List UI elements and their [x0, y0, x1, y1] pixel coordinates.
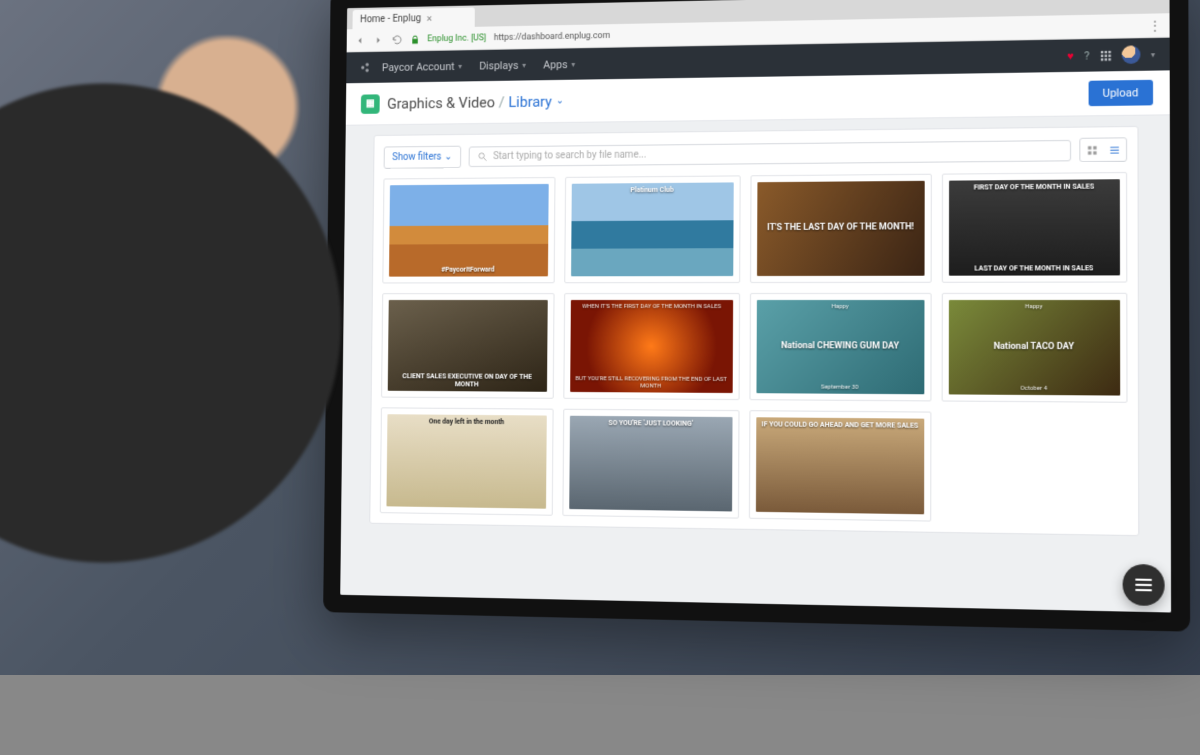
- content-area: Show filters ⌄: [340, 115, 1171, 612]
- media-card[interactable]: HappyNational CHEWING GUM DAYSeptember 3…: [749, 293, 931, 402]
- breadcrumb-separator: /: [499, 93, 505, 111]
- media-card[interactable]: Platinum Club: [564, 175, 741, 283]
- tab-title: Home - Enplug: [360, 13, 421, 25]
- search-icon: [477, 151, 488, 162]
- view-toggle: [1079, 137, 1127, 162]
- fab-menu-button[interactable]: [1123, 564, 1165, 606]
- media-card[interactable]: HappyNational TACO DAYOctober 4: [941, 292, 1127, 403]
- address-url[interactable]: https://dashboard.enplug.com: [494, 31, 610, 43]
- grid-view-button[interactable]: [1080, 139, 1103, 162]
- breadcrumb-page[interactable]: Library: [508, 92, 552, 110]
- media-grid: #PaycorItForward Platinum Club IT'S THE …: [380, 172, 1128, 525]
- list-view-button[interactable]: [1103, 138, 1126, 161]
- media-card[interactable]: WHEN IT'S THE FIRST DAY OF THE MONTH IN …: [563, 293, 740, 401]
- chevron-down-icon: ▾: [458, 62, 462, 71]
- heart-icon[interactable]: ♥: [1067, 49, 1074, 62]
- search-field[interactable]: [468, 139, 1071, 166]
- nav-apps[interactable]: Apps ▾: [543, 58, 575, 71]
- avatar[interactable]: [1122, 45, 1141, 64]
- list-icon: [1108, 144, 1120, 155]
- nav-displays[interactable]: Displays ▾: [479, 58, 526, 71]
- grid-icon: [1086, 144, 1097, 155]
- chevron-down-icon[interactable]: ⌄: [556, 96, 564, 107]
- media-card[interactable]: IF YOU COULD GO AHEAD AND GET MORE SALES: [749, 410, 931, 521]
- monitor-frame: Home - Enplug × Enplug Inc. [US] https:/…: [323, 0, 1190, 632]
- search-input[interactable]: [493, 145, 1062, 162]
- foreground-person: [0, 35, 440, 755]
- media-card[interactable]: SO YOU'RE 'JUST LOOKING': [562, 409, 740, 519]
- browser-menu-icon[interactable]: ⋮: [1149, 18, 1162, 32]
- chevron-down-icon: ▾: [571, 60, 575, 69]
- chevron-down-icon: ⌄: [444, 151, 452, 162]
- screen: Home - Enplug × Enplug Inc. [US] https:/…: [340, 0, 1171, 613]
- upload-button[interactable]: Upload: [1088, 80, 1153, 106]
- media-card[interactable]: FIRST DAY OF THE MONTH IN SALESLAST DAY …: [941, 172, 1127, 282]
- browser-tab[interactable]: Home - Enplug ×: [352, 7, 474, 29]
- library-toolbar: Show filters ⌄: [384, 137, 1127, 169]
- close-icon[interactable]: ×: [427, 12, 433, 25]
- chevron-down-icon: ▾: [1151, 50, 1155, 59]
- hamburger-icon: [1135, 579, 1152, 592]
- help-icon[interactable]: ?: [1084, 49, 1089, 62]
- chevron-down-icon: ▾: [522, 60, 526, 69]
- apps-grid-icon[interactable]: [1100, 49, 1111, 60]
- library-panel: Show filters ⌄: [369, 126, 1139, 536]
- media-card[interactable]: IT'S THE LAST DAY OF THE MONTH!: [750, 174, 931, 283]
